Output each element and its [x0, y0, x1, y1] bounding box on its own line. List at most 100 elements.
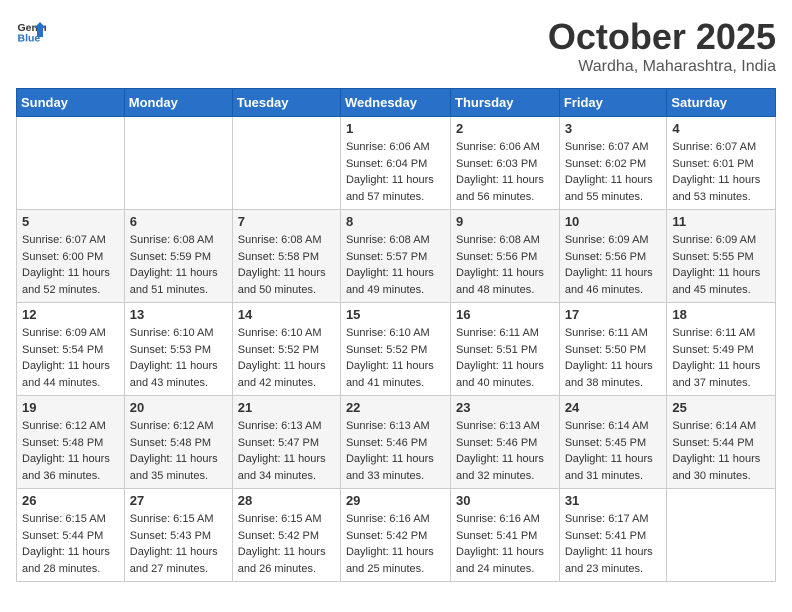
day-number: 13	[130, 307, 227, 322]
calendar-cell: 22 Sunrise: 6:13 AMSunset: 5:46 PMDayligh…	[340, 396, 450, 489]
day-info: Sunrise: 6:16 AMSunset: 5:41 PMDaylight:…	[456, 511, 554, 577]
day-number: 30	[456, 493, 554, 508]
calendar-week-5: 26Sunrise: 6:15 AMSunset: 5:44 PMDayligh…	[17, 489, 776, 582]
calendar-cell	[124, 117, 232, 210]
calendar-cell: 7Sunrise: 6:08 AMSunset: 5:58 PMDaylight…	[232, 210, 340, 303]
day-number: 11	[672, 214, 770, 229]
calendar-title: October 2025	[548, 16, 776, 58]
calendar-week-3: 12 Sunrise: 6:09 AMSunset: 5:54 PMDayligh…	[17, 303, 776, 396]
day-number: 9	[456, 214, 554, 229]
day-info: Sunrise: 6:07 AMSunset: 6:02 PMDaylight:…	[565, 139, 662, 205]
calendar-table: SundayMondayTuesdayWednesdayThursdayFrid…	[16, 88, 776, 582]
day-number: 17	[565, 307, 662, 322]
page-header: General Blue October 2025 Wardha, Mahara…	[16, 16, 776, 76]
day-number: 29	[346, 493, 445, 508]
day-info: Sunrise: 6:13 AMSunset: 5:46 PMDaylight:…	[346, 418, 445, 484]
day-info: Sunrise: 6:17 AMSunset: 5:41 PMDaylight:…	[565, 511, 662, 577]
day-info: Sunrise: 6:06 AMSunset: 6:04 PMDaylight:…	[346, 139, 445, 205]
day-info: Sunrise: 6:10 AMSunset: 5:53 PMDaylight:…	[130, 325, 227, 391]
title-block: October 2025 Wardha, Maharashtra, India	[548, 16, 776, 76]
calendar-cell: 25Sunrise: 6:14 AMSunset: 5:44 PMDayligh…	[667, 396, 776, 489]
weekday-header-row: SundayMondayTuesdayWednesdayThursdayFrid…	[17, 89, 776, 117]
calendar-cell: 29 Sunrise: 6:16 AMSunset: 5:42 PMDayligh…	[340, 489, 450, 582]
weekday-header-saturday: Saturday	[667, 89, 776, 117]
calendar-cell: 1 Sunrise: 6:06 AMSunset: 6:04 PMDaylight…	[340, 117, 450, 210]
calendar-cell: 10Sunrise: 6:09 AMSunset: 5:56 PMDayligh…	[559, 210, 667, 303]
day-number: 31	[565, 493, 662, 508]
day-info: Sunrise: 6:08 AMSunset: 5:57 PMDaylight:…	[346, 232, 445, 298]
day-info: Sunrise: 6:10 AMSunset: 5:52 PMDaylight:…	[346, 325, 445, 391]
day-number: 1	[346, 121, 445, 136]
day-info: Sunrise: 6:12 AMSunset: 5:48 PMDaylight:…	[130, 418, 227, 484]
calendar-cell	[232, 117, 340, 210]
calendar-cell: 31 Sunrise: 6:17 AMSunset: 5:41 PMDayligh…	[559, 489, 667, 582]
day-number: 18	[672, 307, 770, 322]
day-info: Sunrise: 6:13 AMSunset: 5:47 PMDaylight:…	[238, 418, 335, 484]
calendar-cell: 15 Sunrise: 6:10 AMSunset: 5:52 PMDayligh…	[340, 303, 450, 396]
day-number: 2	[456, 121, 554, 136]
calendar-cell	[667, 489, 776, 582]
day-number: 12	[22, 307, 119, 322]
day-number: 16	[456, 307, 554, 322]
weekday-header-monday: Monday	[124, 89, 232, 117]
calendar-cell: 26Sunrise: 6:15 AMSunset: 5:44 PMDayligh…	[17, 489, 125, 582]
day-number: 7	[238, 214, 335, 229]
calendar-cell: 28 Sunrise: 6:15 AMSunset: 5:42 PMDayligh…	[232, 489, 340, 582]
day-number: 26	[22, 493, 119, 508]
day-info: Sunrise: 6:12 AMSunset: 5:48 PMDaylight:…	[22, 418, 119, 484]
calendar-cell: 17 Sunrise: 6:11 AMSunset: 5:50 PMDayligh…	[559, 303, 667, 396]
day-number: 4	[672, 121, 770, 136]
calendar-cell: 27Sunrise: 6:15 AMSunset: 5:43 PMDayligh…	[124, 489, 232, 582]
day-number: 5	[22, 214, 119, 229]
day-info: Sunrise: 6:15 AMSunset: 5:42 PMDaylight:…	[238, 511, 335, 577]
day-number: 21	[238, 400, 335, 415]
day-number: 28	[238, 493, 335, 508]
day-number: 23	[456, 400, 554, 415]
calendar-cell: 23 Sunrise: 6:13 AMSunset: 5:46 PMDayligh…	[451, 396, 560, 489]
calendar-cell: 2 Sunrise: 6:06 AMSunset: 6:03 PMDaylight…	[451, 117, 560, 210]
calendar-cell: 11Sunrise: 6:09 AMSunset: 5:55 PMDayligh…	[667, 210, 776, 303]
svg-text:Blue: Blue	[18, 33, 41, 45]
day-info: Sunrise: 6:06 AMSunset: 6:03 PMDaylight:…	[456, 139, 554, 205]
calendar-cell: 13 Sunrise: 6:10 AMSunset: 5:53 PMDayligh…	[124, 303, 232, 396]
day-info: Sunrise: 6:14 AMSunset: 5:45 PMDaylight:…	[565, 418, 662, 484]
calendar-cell: 3 Sunrise: 6:07 AMSunset: 6:02 PMDaylight…	[559, 117, 667, 210]
day-info: Sunrise: 6:13 AMSunset: 5:46 PMDaylight:…	[456, 418, 554, 484]
weekday-header-tuesday: Tuesday	[232, 89, 340, 117]
calendar-cell: 12 Sunrise: 6:09 AMSunset: 5:54 PMDayligh…	[17, 303, 125, 396]
day-info: Sunrise: 6:07 AMSunset: 6:01 PMDaylight:…	[672, 139, 770, 205]
day-info: Sunrise: 6:08 AMSunset: 5:56 PMDaylight:…	[456, 232, 554, 298]
weekday-header-sunday: Sunday	[17, 89, 125, 117]
day-info: Sunrise: 6:09 AMSunset: 5:54 PMDaylight:…	[22, 325, 119, 391]
day-info: Sunrise: 6:16 AMSunset: 5:42 PMDaylight:…	[346, 511, 445, 577]
day-number: 24	[565, 400, 662, 415]
calendar-cell	[17, 117, 125, 210]
day-number: 3	[565, 121, 662, 136]
calendar-cell: 6Sunrise: 6:08 AMSunset: 5:59 PMDaylight…	[124, 210, 232, 303]
calendar-week-2: 5 Sunrise: 6:07 AMSunset: 6:00 PMDaylight…	[17, 210, 776, 303]
calendar-cell: 5 Sunrise: 6:07 AMSunset: 6:00 PMDaylight…	[17, 210, 125, 303]
day-number: 15	[346, 307, 445, 322]
calendar-cell: 4 Sunrise: 6:07 AMSunset: 6:01 PMDaylight…	[667, 117, 776, 210]
day-number: 19	[22, 400, 119, 415]
day-number: 22	[346, 400, 445, 415]
calendar-cell: 30 Sunrise: 6:16 AMSunset: 5:41 PMDayligh…	[451, 489, 560, 582]
calendar-cell: 20 Sunrise: 6:12 AMSunset: 5:48 PMDayligh…	[124, 396, 232, 489]
day-number: 20	[130, 400, 227, 415]
day-info: Sunrise: 6:11 AMSunset: 5:51 PMDaylight:…	[456, 325, 554, 391]
day-number: 14	[238, 307, 335, 322]
day-info: Sunrise: 6:11 AMSunset: 5:50 PMDaylight:…	[565, 325, 662, 391]
calendar-cell: 18 Sunrise: 6:11 AMSunset: 5:49 PMDayligh…	[667, 303, 776, 396]
day-info: Sunrise: 6:07 AMSunset: 6:00 PMDaylight:…	[22, 232, 119, 298]
calendar-week-4: 19 Sunrise: 6:12 AMSunset: 5:48 PMDayligh…	[17, 396, 776, 489]
calendar-cell: 19 Sunrise: 6:12 AMSunset: 5:48 PMDayligh…	[17, 396, 125, 489]
calendar-cell: 16 Sunrise: 6:11 AMSunset: 5:51 PMDayligh…	[451, 303, 560, 396]
day-info: Sunrise: 6:15 AMSunset: 5:43 PMDaylight:…	[130, 511, 227, 577]
day-number: 8	[346, 214, 445, 229]
weekday-header-thursday: Thursday	[451, 89, 560, 117]
calendar-cell: 24 Sunrise: 6:14 AMSunset: 5:45 PMDayligh…	[559, 396, 667, 489]
day-info: Sunrise: 6:14 AMSunset: 5:44 PMDaylight:…	[672, 418, 770, 484]
day-number: 6	[130, 214, 227, 229]
day-info: Sunrise: 6:11 AMSunset: 5:49 PMDaylight:…	[672, 325, 770, 391]
calendar-location: Wardha, Maharashtra, India	[548, 58, 776, 76]
